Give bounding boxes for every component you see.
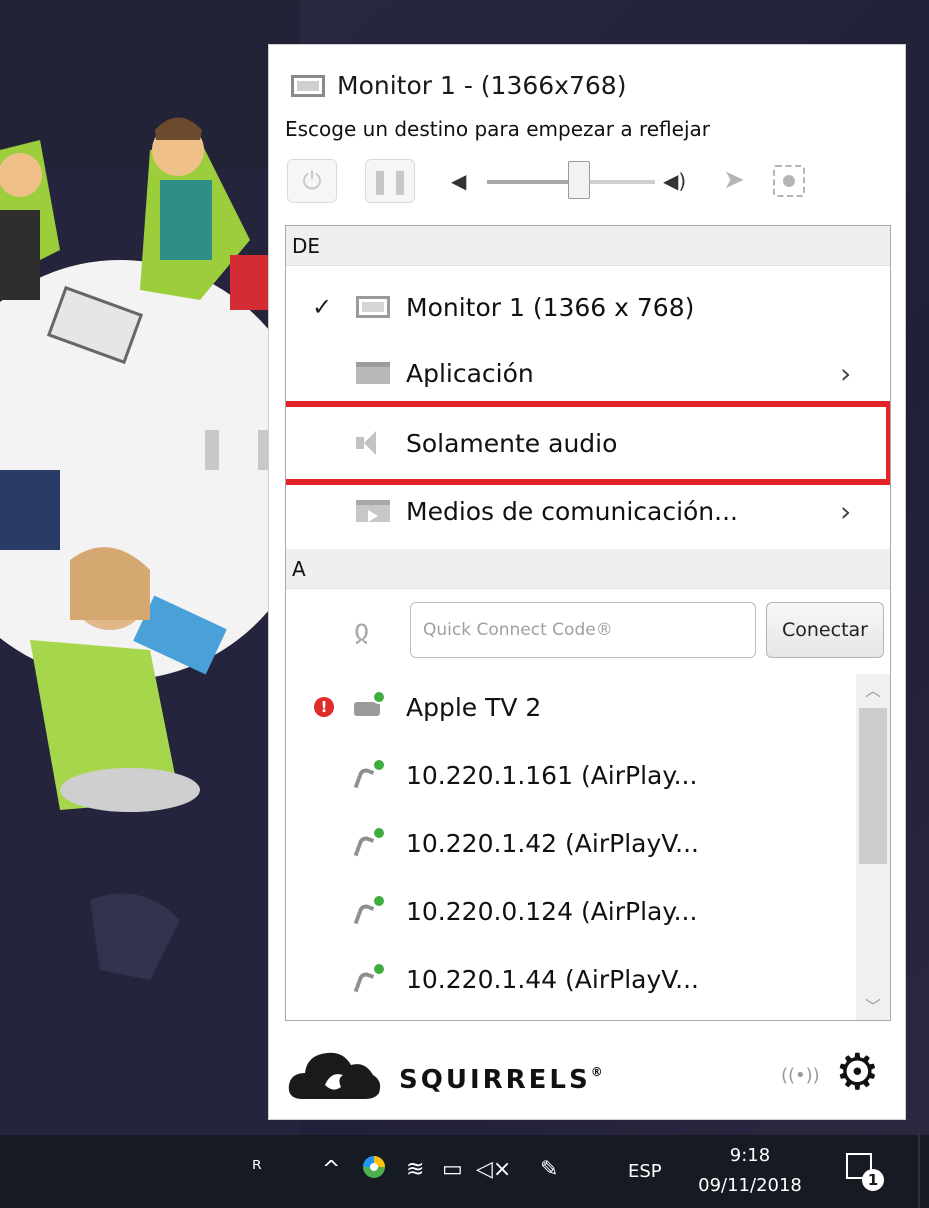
volume-muted-icon[interactable]: ◁× xyxy=(476,1157,511,1182)
window-icon xyxy=(356,362,390,384)
airplay-icon xyxy=(354,894,386,924)
monitor-icon xyxy=(291,74,325,97)
source-item-application[interactable]: Aplicación › xyxy=(286,340,890,406)
quick-connect-row: ჲ Conectar xyxy=(286,597,890,667)
source-item-label: Monitor 1 (1366 x 768) xyxy=(406,292,695,322)
device-list-scrollbar[interactable]: ︿ ﹀ xyxy=(856,674,890,1020)
volume-slider-thumb[interactable] xyxy=(568,161,591,199)
media-icon xyxy=(356,500,390,522)
scrollbar-thumb[interactable] xyxy=(859,708,887,864)
pen-icon[interactable]: ✎ xyxy=(540,1157,558,1182)
squirrels-popup: Monitor 1 - (1366x768) Escoge un destino… xyxy=(268,44,906,1120)
popup-title: Monitor 1 - (1366x768) xyxy=(291,71,626,100)
notification-center-icon[interactable]: 1 xyxy=(846,1153,884,1191)
source-item-audio-only[interactable]: Solamente audio xyxy=(286,410,890,476)
source-header: DE xyxy=(286,226,890,266)
device-label: 10.220.1.44 (AirPlayV... xyxy=(406,964,699,994)
apple-tv-icon xyxy=(354,690,386,720)
airplay-icon xyxy=(354,826,386,856)
device-item[interactable]: 10.220.1.42 (AirPlayV... xyxy=(286,810,856,876)
popup-subtitle: Escoge un destino para empezar a refleja… xyxy=(285,117,710,141)
device-label: 10.220.0.124 (AirPlay... xyxy=(406,896,698,926)
clock-date: 09/11/2018 xyxy=(698,1175,802,1196)
clock-time: 9:18 xyxy=(729,1145,771,1166)
power-icon: ⏻ xyxy=(302,167,322,195)
device-label: 10.220.1.161 (AirPlay... xyxy=(406,760,698,790)
device-list: ! Apple TV 2 10.220.1.161 (AirPlay... 10… xyxy=(286,674,890,1020)
source-item-label: Solamente audio xyxy=(406,428,618,458)
device-label: 10.220.1.42 (AirPlayV... xyxy=(406,828,699,858)
quick-connect-input[interactable] xyxy=(410,602,756,658)
device-item[interactable]: ! Apple TV 2 xyxy=(286,674,856,740)
source-destination-panel: DE ✓ Monitor 1 (1366 x 768) Aplicación ›… xyxy=(285,225,891,1021)
device-item[interactable]: 10.220.0.124 (AirPlay... xyxy=(286,878,856,944)
gear-icon[interactable]: ⚙ xyxy=(835,1047,880,1097)
capture-area-icon[interactable] xyxy=(773,165,805,197)
alert-icon: ! xyxy=(314,697,334,717)
show-desktop-divider[interactable] xyxy=(918,1135,920,1208)
brand-name: SQUIRRELS® xyxy=(399,1065,606,1095)
device-item[interactable]: 10.220.1.44 (AirPlayV... xyxy=(286,946,856,1012)
clock[interactable]: 9:18 09/11/2018 xyxy=(690,1141,810,1201)
source-item-label: Medios de comunicación... xyxy=(406,496,738,526)
monitor-icon xyxy=(356,296,390,318)
control-bar: ⏻ ❚❚ ◀ ◀) ➤ xyxy=(287,159,887,205)
people-icon[interactable]: ᴿ xyxy=(252,1157,262,1182)
pause-button[interactable]: ❚❚ xyxy=(365,159,415,203)
chevron-right-icon: › xyxy=(840,494,852,528)
popup-title-text: Monitor 1 - (1366x768) xyxy=(337,71,627,100)
source-item-monitor[interactable]: ✓ Monitor 1 (1366 x 768) xyxy=(286,274,890,340)
wifi-icon[interactable]: ≋ xyxy=(406,1157,424,1182)
desktop-wallpaper xyxy=(0,0,300,1135)
check-icon: ✓ xyxy=(312,293,333,321)
broadcast-icon[interactable]: ((•)) xyxy=(781,1065,820,1086)
pointer-icon[interactable]: ➤ xyxy=(723,165,745,195)
volume-low-icon: ◀ xyxy=(451,169,467,193)
device-label: Apple TV 2 xyxy=(406,692,542,722)
power-button[interactable]: ⏻ xyxy=(287,159,337,203)
volume-slider-fill xyxy=(487,180,580,184)
airplay-icon xyxy=(354,962,386,992)
connect-button[interactable]: Conectar xyxy=(766,602,884,658)
scroll-down-icon[interactable]: ﹀ xyxy=(856,990,890,1020)
windows-taskbar: ᴿ ^ ≋ ▭ ◁× ✎ ESP 9:18 09/11/2018 1 xyxy=(0,1135,929,1208)
chevron-up-icon[interactable]: ^ xyxy=(322,1157,340,1182)
popup-footer: SQUIRRELS® ((•)) ⚙ xyxy=(269,1035,905,1119)
colorful-app-icon[interactable] xyxy=(362,1155,386,1185)
language-indicator[interactable]: ESP xyxy=(628,1161,662,1182)
source-item-label: Aplicación xyxy=(406,358,534,388)
destination-header: A xyxy=(286,549,890,589)
device-item[interactable]: 10.220.1.161 (AirPlay... xyxy=(286,742,856,808)
airplay-icon xyxy=(354,758,386,788)
chevron-right-icon: › xyxy=(840,356,852,390)
notification-badge: 1 xyxy=(862,1169,884,1191)
squirrels-logo-icon xyxy=(288,1052,381,1099)
quick-connect-icon: ჲ xyxy=(354,613,370,648)
battery-icon[interactable]: ▭ xyxy=(442,1157,463,1182)
volume-high-icon: ◀) xyxy=(663,169,687,193)
source-item-media[interactable]: Medios de comunicación... › xyxy=(286,478,890,544)
scroll-up-icon[interactable]: ︿ xyxy=(856,674,890,704)
pause-icon: ❚❚ xyxy=(369,167,411,195)
speaker-icon xyxy=(356,432,390,454)
